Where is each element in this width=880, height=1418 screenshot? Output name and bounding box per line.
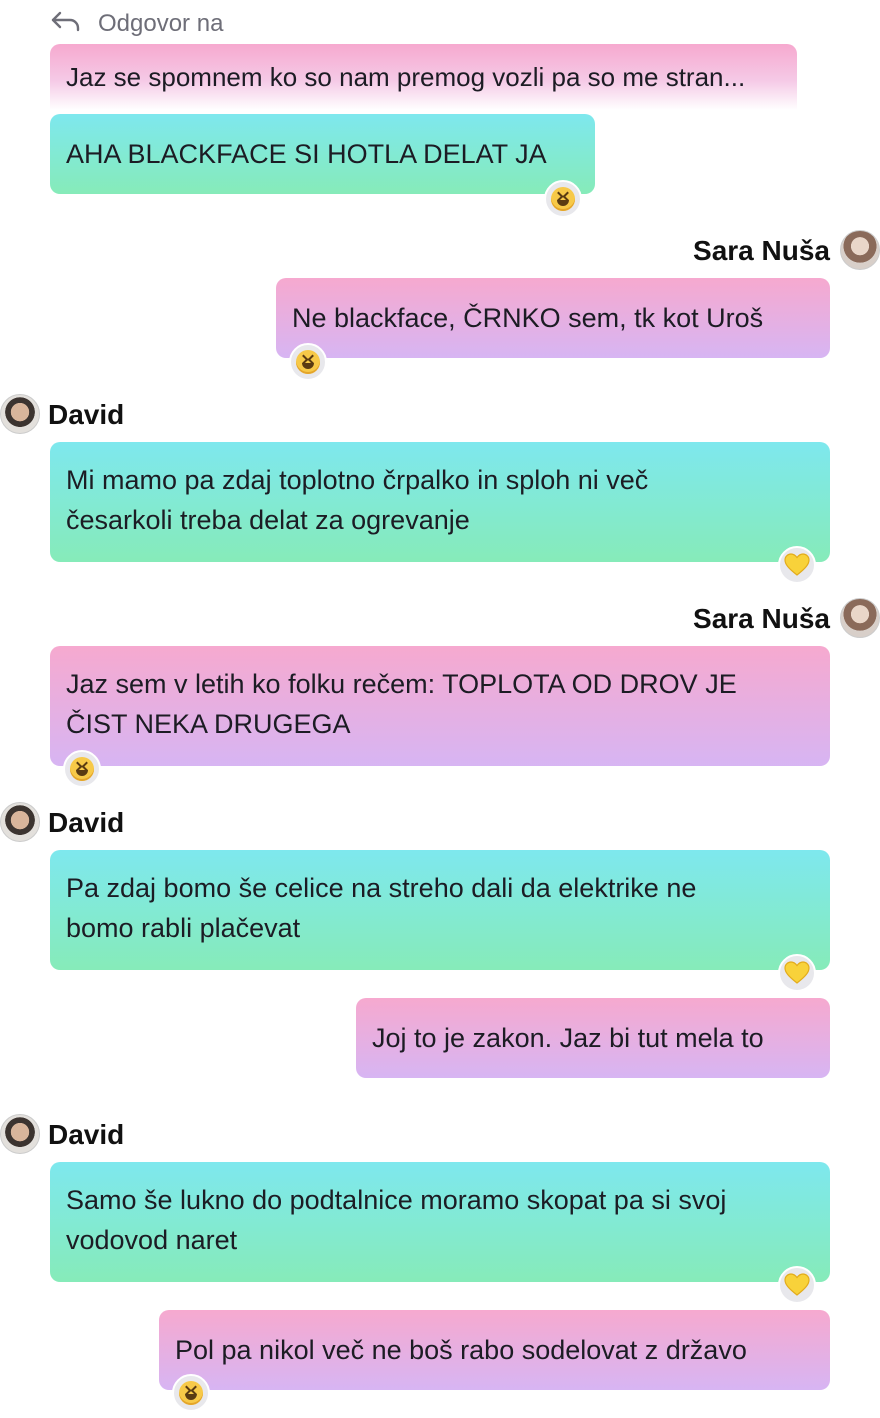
message-bubble[interactable]: Joj to je zakon. Jaz bi tut mela to xyxy=(356,998,830,1078)
message-bubble[interactable]: Ne blackface, ČRNKO sem, tk kot Uroš xyxy=(276,278,830,358)
yellow-heart-icon xyxy=(784,553,810,576)
sender-name: David xyxy=(48,399,125,430)
reply-label: Odgovor na xyxy=(98,10,224,37)
message-bubble[interactable]: Pa zdaj bomo še celice na streho dali da… xyxy=(50,850,830,970)
message-text-line: ČIST NEKA DRUGEGA xyxy=(66,709,351,739)
quoted-message[interactable]: Jaz se spomnem ko so nam premog vozli pa… xyxy=(50,44,797,110)
message-text-line: vodovod naret xyxy=(66,1225,238,1255)
reaction-badge[interactable] xyxy=(289,343,327,381)
reaction-badge[interactable] xyxy=(63,750,101,788)
message-text: Ne blackface, ČRNKO sem, tk kot Uroš xyxy=(292,303,764,333)
reaction-badge[interactable] xyxy=(778,954,816,992)
message-text-line: Pa zdaj bomo še celice na streho dali da… xyxy=(66,873,697,903)
yellow-heart-icon xyxy=(784,1273,810,1296)
avatar[interactable] xyxy=(840,230,880,270)
message-text-line: bomo rabli plačevat xyxy=(66,913,301,943)
message-bubble[interactable]: Jaz sem v letih ko folku rečem: TOPLOTA … xyxy=(50,646,830,766)
message-bubble[interactable]: Pol pa nikol več ne boš rabo sodelovat z… xyxy=(159,1310,830,1390)
avatar[interactable] xyxy=(0,802,40,842)
message-bubble[interactable]: Samo še lukno do podtalnice moramo skopa… xyxy=(50,1162,830,1282)
sender-name: Sara Nuša xyxy=(693,603,830,634)
sender-name: David xyxy=(48,807,125,838)
avatar[interactable] xyxy=(0,1114,40,1154)
message-text-line: Mi mamo pa zdaj toplotno črpalko in splo… xyxy=(66,465,649,495)
reaction-badge[interactable] xyxy=(544,180,582,218)
reaction-badge[interactable] xyxy=(172,1374,210,1412)
message-text-line: Samo še lukno do podtalnice moramo skopa… xyxy=(66,1185,727,1215)
sender-name: David xyxy=(48,1119,125,1150)
avatar[interactable] xyxy=(0,394,40,434)
grinning-squinting-face-icon xyxy=(70,757,94,781)
sender-name: Sara Nuša xyxy=(693,235,830,266)
message-bubble[interactable]: Mi mamo pa zdaj toplotno črpalko in splo… xyxy=(50,442,830,562)
message-text: Pol pa nikol več ne boš rabo sodelovat z… xyxy=(175,1335,747,1365)
reaction-badge[interactable] xyxy=(778,546,816,584)
grinning-squinting-face-icon xyxy=(179,1381,203,1405)
message-text: AHA BLACKFACE SI HOTLA DELAT JA xyxy=(66,139,547,169)
reply-header[interactable]: Odgovor na xyxy=(0,0,880,40)
message-text: Joj to je zakon. Jaz bi tut mela to xyxy=(372,1023,764,1053)
avatar[interactable] xyxy=(840,598,880,638)
reaction-badge[interactable] xyxy=(778,1266,816,1304)
grinning-squinting-face-icon xyxy=(551,187,575,211)
message-text-line: česarkoli treba delat za ogrevanje xyxy=(66,505,470,535)
grinning-squinting-face-icon xyxy=(296,350,320,374)
message-text-line: Jaz sem v letih ko folku rečem: TOPLOTA … xyxy=(66,669,737,699)
reply-arrow-icon xyxy=(51,11,80,32)
yellow-heart-icon xyxy=(784,961,810,984)
message-bubble[interactable]: AHA BLACKFACE SI HOTLA DELAT JA xyxy=(50,114,595,194)
